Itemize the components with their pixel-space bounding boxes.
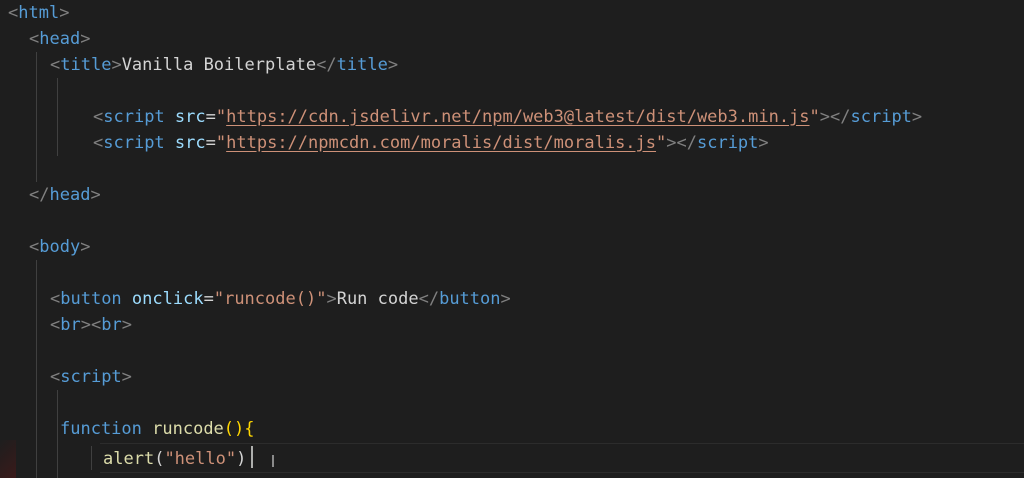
code-editor[interactable]: <html> <head> <title>Vanilla Boilerplate… xyxy=(0,0,1024,478)
code-line-button[interactable]: <button onclick="runcode()">Run code</bu… xyxy=(50,286,511,312)
tag-br-1: br xyxy=(60,315,81,335)
code-line-script-open[interactable]: <script> xyxy=(50,364,132,390)
tag-body: body xyxy=(39,237,81,257)
indent-guide-head xyxy=(36,52,37,182)
onclick-value: runcode() xyxy=(224,289,317,309)
tag-script-close: script xyxy=(850,107,912,127)
code-line-title[interactable]: <title>Vanilla Boilerplate</title> xyxy=(50,52,398,78)
code-line-head-close[interactable]: </head> xyxy=(29,182,101,208)
tag-script-close: script xyxy=(696,133,759,153)
tag-br-2: br xyxy=(101,315,122,335)
tag-button-open: button xyxy=(60,289,122,309)
code-line-function-decl[interactable]: function runcode(){ xyxy=(60,416,255,442)
attr-onclick: onclick xyxy=(131,289,204,309)
code-line-alert[interactable]: alert("hello") xyxy=(103,446,246,472)
code-line-script-moralis[interactable]: <script src="https://npmcdn.com/moralis/… xyxy=(93,130,769,156)
title-text: Vanilla Boilerplate xyxy=(121,55,317,75)
call-alert: alert xyxy=(103,449,155,469)
tag-script-open: script xyxy=(103,107,165,127)
tag-title-close: title xyxy=(336,55,388,75)
tag-html: html xyxy=(18,3,60,23)
tag-title-open: title xyxy=(60,55,112,75)
mouse-ibeam-cursor-icon xyxy=(272,455,274,467)
script-src-moralis-link[interactable]: https://npmcdn.com/moralis/dist/moralis.… xyxy=(226,133,656,153)
tag-script-inline: script xyxy=(60,367,122,387)
indent-guide-function xyxy=(91,446,92,470)
indent-guide-head-inner xyxy=(57,78,58,156)
text-caret xyxy=(251,446,253,468)
tag-button-close: button xyxy=(439,289,501,309)
keyword-function: function xyxy=(60,419,142,439)
tag-head: head xyxy=(39,29,81,49)
code-line-html-open[interactable]: <html> xyxy=(8,0,69,26)
code-line-body-open[interactable]: <body> xyxy=(29,234,90,260)
code-line-script-web3[interactable]: <script src="https://cdn.jsdelivr.net/np… xyxy=(93,104,922,130)
indent-guide-script xyxy=(57,390,58,478)
alert-argument: "hello" xyxy=(164,449,237,469)
script-src-web3-link[interactable]: https://cdn.jsdelivr.net/npm/web3@latest… xyxy=(226,107,809,127)
attr-src: src xyxy=(174,133,206,153)
indent-guide-body xyxy=(36,260,37,478)
tag-script-open: script xyxy=(103,133,165,153)
button-label-text: Run code xyxy=(336,289,419,309)
corner-shadow xyxy=(0,440,16,478)
attr-src: src xyxy=(174,107,206,127)
function-name: runcode xyxy=(152,419,224,439)
tag-head-close: head xyxy=(49,185,91,205)
code-line-br[interactable]: <br><br> xyxy=(50,312,132,338)
code-line-head-open[interactable]: <head> xyxy=(29,26,90,52)
